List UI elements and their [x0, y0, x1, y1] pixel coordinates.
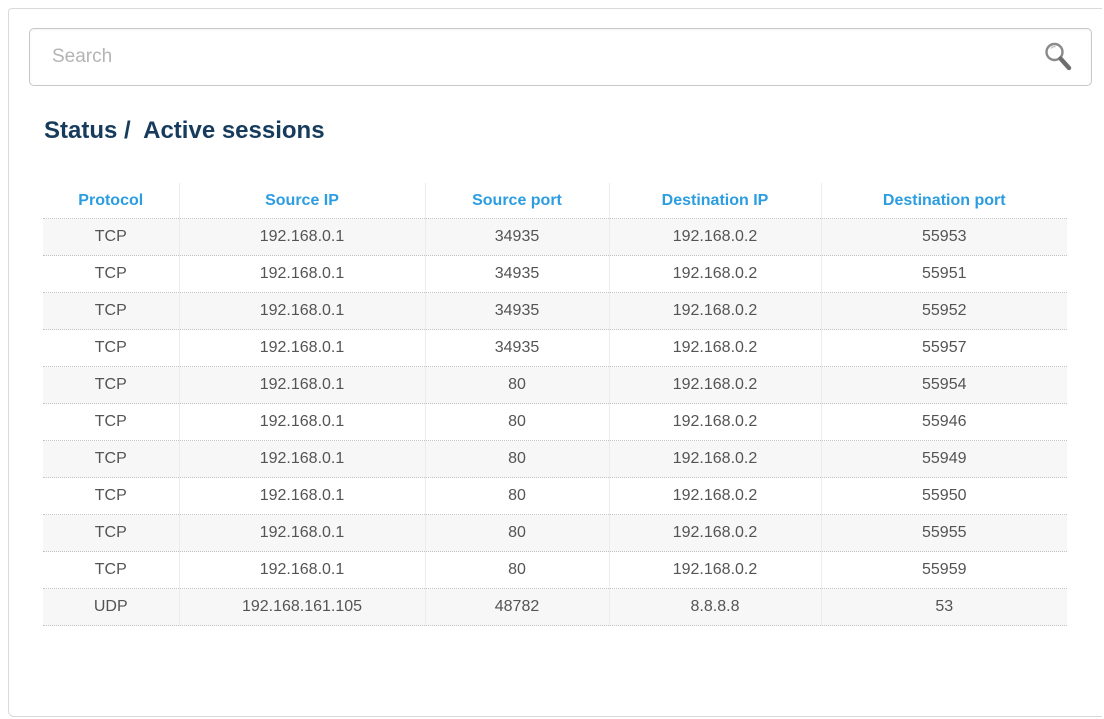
page-title: Status / Active sessions: [44, 117, 325, 144]
column-header-source-port: Source port: [424, 183, 609, 219]
cell-source-port: 80: [424, 551, 609, 589]
cell-protocol: TCP: [43, 329, 179, 367]
search-icon[interactable]: [1043, 40, 1073, 74]
cell-source-ip: 192.168.0.1: [178, 329, 425, 367]
cell-destination-port: 55957: [820, 329, 1067, 367]
cell-protocol: TCP: [43, 440, 179, 478]
cell-protocol: TCP: [43, 255, 179, 293]
cell-destination-port: 55953: [820, 218, 1067, 256]
column-header-destination-ip: Destination IP: [608, 183, 821, 219]
table-row: TCP 192.168.0.1 80 192.168.0.2 55959: [43, 551, 1067, 589]
cell-source-port: 34935: [424, 292, 609, 330]
table-row: TCP 192.168.0.1 80 192.168.0.2 55954: [43, 366, 1067, 404]
search-input[interactable]: [52, 29, 1012, 85]
cell-source-ip: 192.168.0.1: [178, 477, 425, 515]
cell-source-ip: 192.168.0.1: [178, 403, 425, 441]
cell-destination-ip: 192.168.0.2: [608, 514, 821, 552]
cell-source-ip: 192.168.0.1: [178, 514, 425, 552]
cell-source-ip: 192.168.161.105: [178, 588, 425, 626]
cell-protocol: TCP: [43, 514, 179, 552]
cell-destination-port: 55949: [820, 440, 1067, 478]
cell-destination-ip: 192.168.0.2: [608, 403, 821, 441]
table-row: TCP 192.168.0.1 80 192.168.0.2 55950: [43, 477, 1067, 515]
cell-source-ip: 192.168.0.1: [178, 255, 425, 293]
cell-destination-ip: 192.168.0.2: [608, 366, 821, 404]
cell-protocol: TCP: [43, 218, 179, 256]
cell-destination-port: 55952: [820, 292, 1067, 330]
cell-source-port: 48782: [424, 588, 609, 626]
table-row: TCP 192.168.0.1 34935 192.168.0.2 55953: [43, 218, 1067, 256]
cell-destination-port: 53: [820, 588, 1067, 626]
table-row: TCP 192.168.0.1 34935 192.168.0.2 55952: [43, 292, 1067, 330]
cell-protocol: TCP: [43, 551, 179, 589]
cell-destination-ip: 192.168.0.2: [608, 440, 821, 478]
cell-destination-port: 55946: [820, 403, 1067, 441]
cell-destination-ip: 192.168.0.2: [608, 292, 821, 330]
cell-destination-ip: 192.168.0.2: [608, 551, 821, 589]
active-sessions-table: Protocol Source IP Source port Destinati…: [43, 183, 1067, 626]
cell-source-port: 80: [424, 440, 609, 478]
cell-source-ip: 192.168.0.1: [178, 366, 425, 404]
column-header-protocol: Protocol: [43, 183, 179, 219]
cell-destination-ip: 192.168.0.2: [608, 255, 821, 293]
cell-destination-ip: 192.168.0.2: [608, 218, 821, 256]
cell-protocol: TCP: [43, 403, 179, 441]
cell-source-port: 80: [424, 403, 609, 441]
cell-destination-port: 55954: [820, 366, 1067, 404]
table-header-row: Protocol Source IP Source port Destinati…: [43, 183, 1067, 219]
cell-destination-port: 55950: [820, 477, 1067, 515]
table-row: UDP 192.168.161.105 48782 8.8.8.8 53: [43, 588, 1067, 626]
search-bar: [29, 28, 1092, 86]
cell-destination-port: 55951: [820, 255, 1067, 293]
cell-source-port: 34935: [424, 329, 609, 367]
cell-destination-ip: 8.8.8.8: [608, 588, 821, 626]
cell-source-port: 34935: [424, 218, 609, 256]
cell-protocol: TCP: [43, 477, 179, 515]
table-row: TCP 192.168.0.1 34935 192.168.0.2 55951: [43, 255, 1067, 293]
cell-destination-port: 55955: [820, 514, 1067, 552]
cell-source-ip: 192.168.0.1: [178, 218, 425, 256]
cell-source-port: 80: [424, 477, 609, 515]
cell-destination-ip: 192.168.0.2: [608, 477, 821, 515]
table-row: TCP 192.168.0.1 80 192.168.0.2 55946: [43, 403, 1067, 441]
cell-source-ip: 192.168.0.1: [178, 292, 425, 330]
cell-source-ip: 192.168.0.1: [178, 440, 425, 478]
cell-source-port: 80: [424, 514, 609, 552]
cell-protocol: UDP: [43, 588, 179, 626]
table-row: TCP 192.168.0.1 34935 192.168.0.2 55957: [43, 329, 1067, 367]
table-row: TCP 192.168.0.1 80 192.168.0.2 55949: [43, 440, 1067, 478]
cell-source-port: 34935: [424, 255, 609, 293]
cell-source-port: 80: [424, 366, 609, 404]
column-header-destination-port: Destination port: [820, 183, 1067, 219]
column-header-source-ip: Source IP: [178, 183, 425, 219]
cell-destination-ip: 192.168.0.2: [608, 329, 821, 367]
cell-source-ip: 192.168.0.1: [178, 551, 425, 589]
cell-protocol: TCP: [43, 366, 179, 404]
cell-protocol: TCP: [43, 292, 179, 330]
cell-destination-port: 55959: [820, 551, 1067, 589]
table-row: TCP 192.168.0.1 80 192.168.0.2 55955: [43, 514, 1067, 552]
